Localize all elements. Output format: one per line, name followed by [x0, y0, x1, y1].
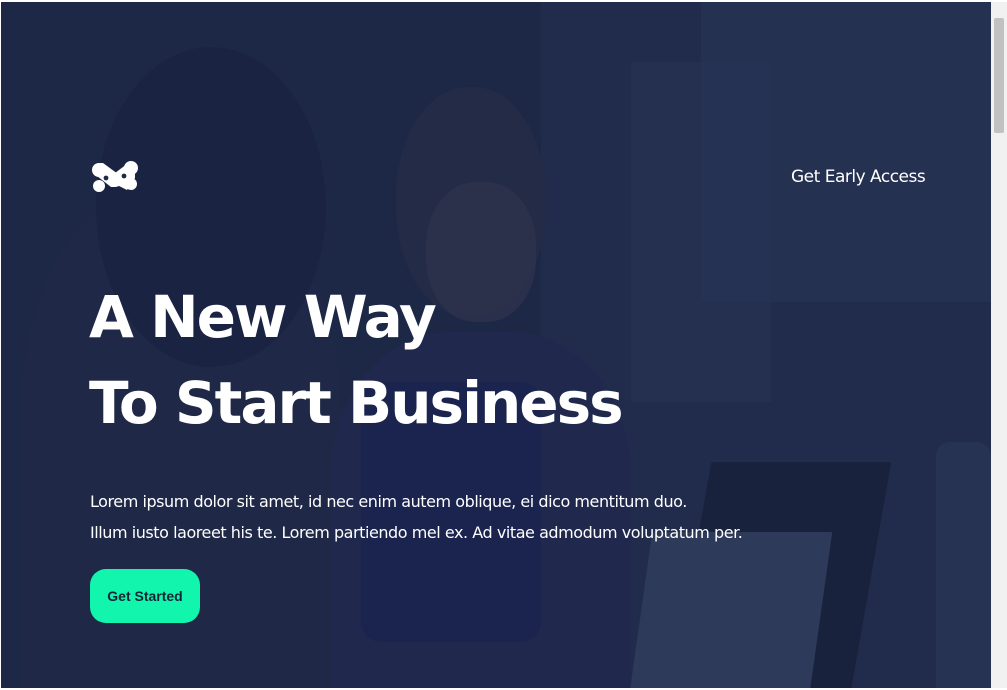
hero-description-line-1: Lorem ipsum dolor sit amet, id nec enim … — [90, 492, 687, 511]
hero-title: A New Way To Start Business — [89, 274, 624, 446]
hero-title-line-2: To Start Business — [89, 369, 624, 437]
scrollbar-thumb[interactable] — [994, 18, 1004, 133]
hero-description-line-2: Illum iusto laoreet his te. Lorem partie… — [90, 523, 743, 542]
hero-description: Lorem ipsum dolor sit amet, id nec enim … — [90, 486, 743, 548]
abstract-n-logo-icon[interactable] — [91, 156, 139, 196]
page-scrollbar[interactable] — [991, 2, 1007, 688]
get-early-access-link[interactable]: Get Early Access — [791, 164, 926, 190]
hero-title-line-1: A New Way — [89, 283, 437, 351]
hero-section: Get Early Access A New Way To Start Busi… — [1, 2, 991, 688]
get-started-button[interactable]: Get Started — [90, 569, 200, 623]
